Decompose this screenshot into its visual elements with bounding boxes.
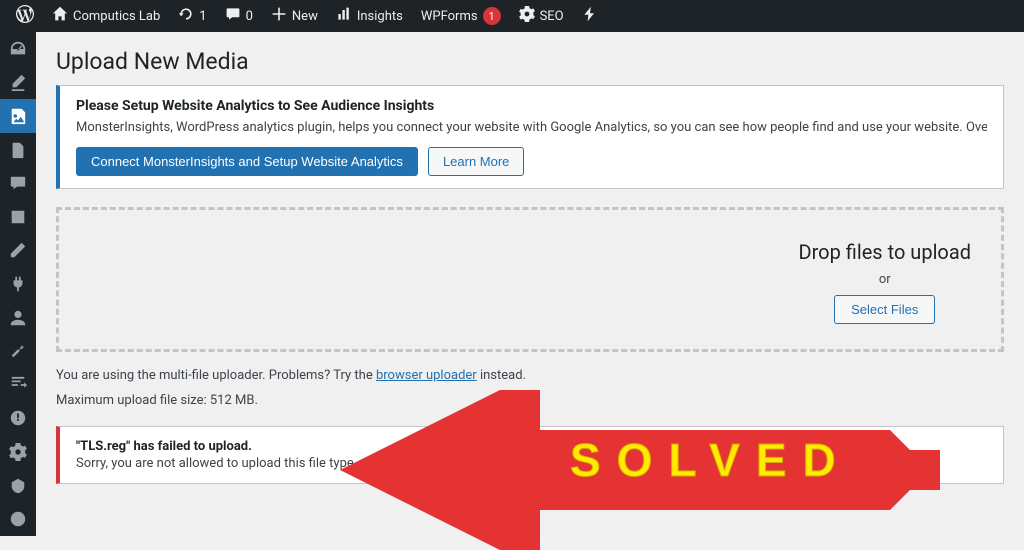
analytics-notice: Please Setup Website Analytics to See Au…	[56, 85, 1004, 189]
menu-extra-3[interactable]	[0, 469, 36, 503]
menu-settings[interactable]	[0, 368, 36, 402]
max-upload-size: Maximum upload file size: 512 MB.	[56, 393, 1004, 408]
upload-error-title: "TLS.reg" has failed to upload.	[76, 439, 987, 454]
bar-chart-icon	[336, 6, 352, 26]
menu-users[interactable]	[0, 301, 36, 335]
browser-uploader-link[interactable]: browser uploader	[376, 368, 477, 383]
plus-icon	[271, 6, 287, 26]
uploader-info-before: You are using the multi-file uploader. P…	[56, 368, 376, 383]
upload-dropzone[interactable]: Drop files to upload or Select Files	[56, 207, 1004, 352]
seo-label: SEO	[540, 9, 564, 24]
site-name-label: Computics Lab	[73, 9, 160, 24]
imagify-menu[interactable]	[574, 0, 606, 32]
insights-label: Insights	[357, 9, 403, 24]
wpforms-badge: 1	[483, 7, 501, 25]
menu-wpforms[interactable]	[0, 200, 36, 234]
comments-count: 0	[246, 9, 253, 24]
upload-error-notice: "TLS.reg" has failed to upload. Sorry, y…	[56, 426, 1004, 484]
content-area: Upload New Media Please Setup Website An…	[36, 32, 1024, 536]
wp-logo[interactable]	[8, 0, 42, 32]
new-content[interactable]: New	[263, 0, 326, 32]
menu-extra-2[interactable]	[0, 435, 36, 469]
comment-icon	[225, 6, 241, 26]
notice-actions: Connect MonsterInsights and Setup Websit…	[76, 147, 987, 176]
menu-dashboard[interactable]	[0, 32, 36, 66]
select-files-button[interactable]: Select Files	[834, 295, 935, 324]
home-icon	[52, 6, 68, 26]
updates[interactable]: 1	[170, 0, 214, 32]
menu-appearance[interactable]	[0, 234, 36, 268]
wordpress-icon	[16, 5, 34, 27]
refresh-icon	[178, 6, 194, 26]
insights[interactable]: Insights	[328, 0, 411, 32]
wpforms[interactable]: WPForms 1	[413, 0, 509, 32]
menu-collapse[interactable]	[0, 502, 36, 536]
seo-menu[interactable]: SEO	[511, 0, 572, 32]
menu-pages[interactable]	[0, 133, 36, 167]
notice-title: Please Setup Website Analytics to See Au…	[76, 98, 987, 114]
upload-error-text: Sorry, you are not allowed to upload thi…	[76, 456, 987, 471]
dropzone-center: Drop files to upload or Select Files	[798, 240, 971, 324]
updates-count: 1	[199, 9, 206, 24]
admin-sidebar	[0, 32, 36, 536]
wpforms-label: WPForms	[421, 9, 478, 24]
menu-comments[interactable]	[0, 166, 36, 200]
learn-more-button[interactable]: Learn More	[428, 147, 524, 176]
dropzone-or: or	[879, 272, 891, 287]
site-home[interactable]: Computics Lab	[44, 0, 168, 32]
menu-posts[interactable]	[0, 66, 36, 100]
connect-analytics-button[interactable]: Connect MonsterInsights and Setup Websit…	[76, 147, 418, 176]
lightning-icon	[582, 6, 598, 26]
gear-icon	[519, 6, 535, 26]
comments[interactable]: 0	[217, 0, 261, 32]
uploader-info-after: instead.	[477, 368, 526, 383]
menu-tools[interactable]	[0, 334, 36, 368]
menu-extra-1[interactable]	[0, 402, 36, 436]
uploader-info: You are using the multi-file uploader. P…	[56, 368, 1004, 383]
admin-toolbar: Computics Lab 1 0 New Insights WPForms 1…	[0, 0, 1024, 32]
dropzone-heading: Drop files to upload	[798, 240, 971, 264]
menu-media[interactable]	[0, 99, 36, 133]
menu-plugins[interactable]	[0, 267, 36, 301]
page-title: Upload New Media	[56, 42, 1004, 85]
notice-text: MonsterInsights, WordPress analytics plu…	[76, 120, 987, 135]
new-label: New	[292, 9, 318, 24]
